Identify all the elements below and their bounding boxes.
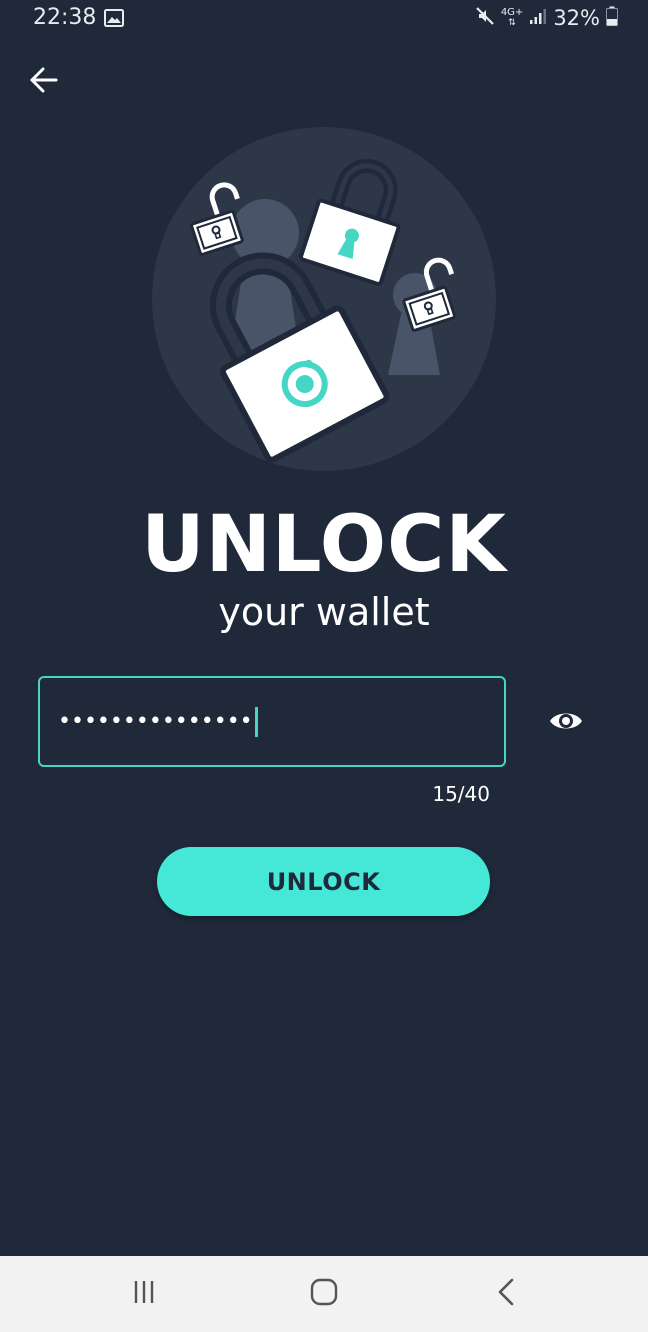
padlocks-illustration xyxy=(150,125,498,473)
home-button[interactable] xyxy=(300,1270,348,1318)
battery-percent: 32% xyxy=(553,6,600,30)
data-arrows: ⇅ xyxy=(508,18,516,28)
status-time: 22:38 xyxy=(33,5,97,30)
status-indicators: 4G+ ⇅ 32% xyxy=(475,6,618,30)
status-bar: 22:38 4G+ ⇅ 32% xyxy=(0,0,648,40)
back-button[interactable] xyxy=(24,62,64,102)
battery-icon xyxy=(606,6,618,30)
recent-apps-button[interactable] xyxy=(120,1270,168,1318)
network-label: 4G+ xyxy=(500,7,524,18)
arrow-left-icon xyxy=(30,67,58,97)
recent-apps-icon xyxy=(131,1279,157,1309)
show-password-button[interactable] xyxy=(546,705,586,741)
system-navigation-bar xyxy=(0,1256,648,1332)
character-counter: 15/40 xyxy=(432,782,490,806)
back-icon xyxy=(496,1278,516,1310)
text-caret xyxy=(254,706,258,737)
signal-icon xyxy=(529,7,547,29)
eye-icon xyxy=(548,708,584,738)
password-value: ••••••••••••••• xyxy=(58,709,253,734)
system-back-button[interactable] xyxy=(482,1270,530,1318)
unlock-button[interactable]: UNLOCK xyxy=(157,847,490,916)
password-input[interactable]: ••••••••••••••• xyxy=(38,676,506,767)
mute-icon xyxy=(475,6,495,30)
gallery-icon xyxy=(104,9,124,27)
page-title: UNLOCK xyxy=(141,500,507,590)
page-subtitle: your wallet xyxy=(218,590,430,634)
network-4g-icon: 4G+ ⇅ xyxy=(500,7,524,29)
home-icon xyxy=(310,1278,338,1310)
